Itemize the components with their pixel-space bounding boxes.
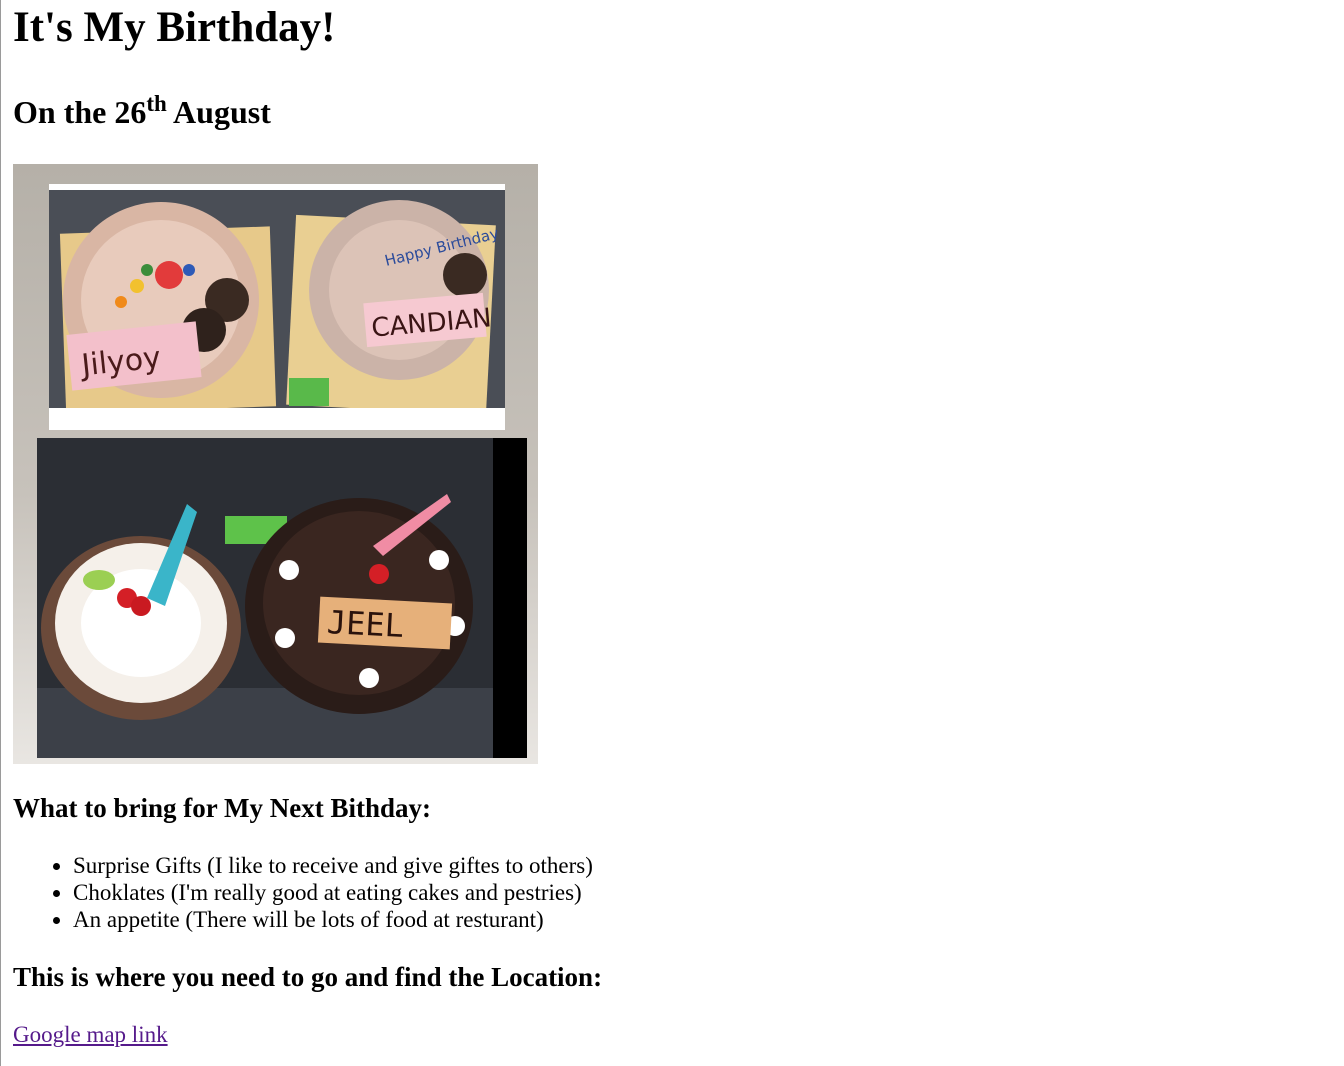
birthday-date: On the 26th August [13,91,1344,134]
date-month: August [166,94,271,130]
birthday-cakes-photo: Jilyoy Happy Birthday CANDIAN JEEL [13,164,538,764]
list-item: An appetite (There will be lots of food … [73,906,1344,933]
page: It's My Birthday! On the 26th August Jil… [1,0,1344,1048]
cakes-photo-top: Jilyoy Happy Birthday CANDIAN [49,184,505,430]
bring-list: Surprise Gifts (I like to receive and gi… [13,852,1344,933]
date-suffix: th [146,91,167,116]
list-item: Surprise Gifts (I like to receive and gi… [73,852,1344,879]
date-prefix: On the 26 [13,94,147,130]
bring-heading: What to bring for My Next Bithday: [13,793,431,823]
page-title: It's My Birthday! [13,4,336,51]
cakes-top-illustration: Jilyoy Happy Birthday CANDIAN [49,190,505,416]
cake-label-jeel: JEEL [326,603,405,645]
google-map-link[interactable]: Google map link [13,1021,168,1048]
location-heading: This is where you need to go and find th… [13,962,603,992]
cakes-photo-bottom: JEEL [37,438,527,758]
cakes-bottom-illustration: JEEL [37,438,493,758]
list-item: Choklates (I'm really good at eating cak… [73,879,1344,906]
